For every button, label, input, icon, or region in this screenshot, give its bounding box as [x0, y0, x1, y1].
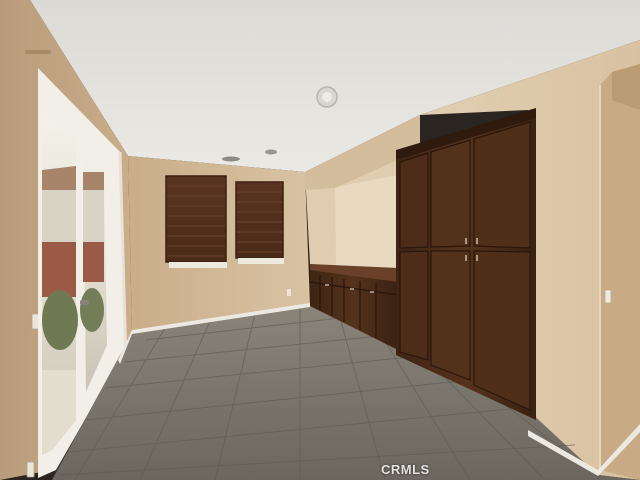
wall-outlet	[31, 313, 40, 330]
right-doorway	[600, 72, 640, 480]
light-switch[interactable]	[604, 289, 612, 304]
photo-watermark: CRMLS	[381, 462, 430, 477]
room-photo: CRMLS	[0, 0, 640, 480]
room-illustration	[0, 0, 640, 480]
cabinet-door-upper-3[interactable]	[473, 121, 531, 249]
window-blinds-right[interactable]	[235, 181, 284, 264]
wall-outlet-back	[287, 289, 291, 296]
cabinet-door-lower-2[interactable]	[430, 250, 471, 381]
door-handle[interactable]	[80, 300, 89, 305]
cabinet-door-lower-3[interactable]	[473, 250, 531, 411]
window-blinds-left[interactable]	[165, 175, 227, 268]
wall-hook	[25, 50, 51, 54]
cabinet-door-lower-1[interactable]	[399, 250, 429, 361]
cabinet-handle[interactable]	[465, 238, 467, 244]
cabinet-door-upper-2[interactable]	[430, 139, 471, 248]
ceiling-vent	[222, 156, 240, 162]
cabinet-door-upper-1[interactable]	[399, 152, 429, 249]
ceiling-smoke-detector	[265, 149, 277, 155]
